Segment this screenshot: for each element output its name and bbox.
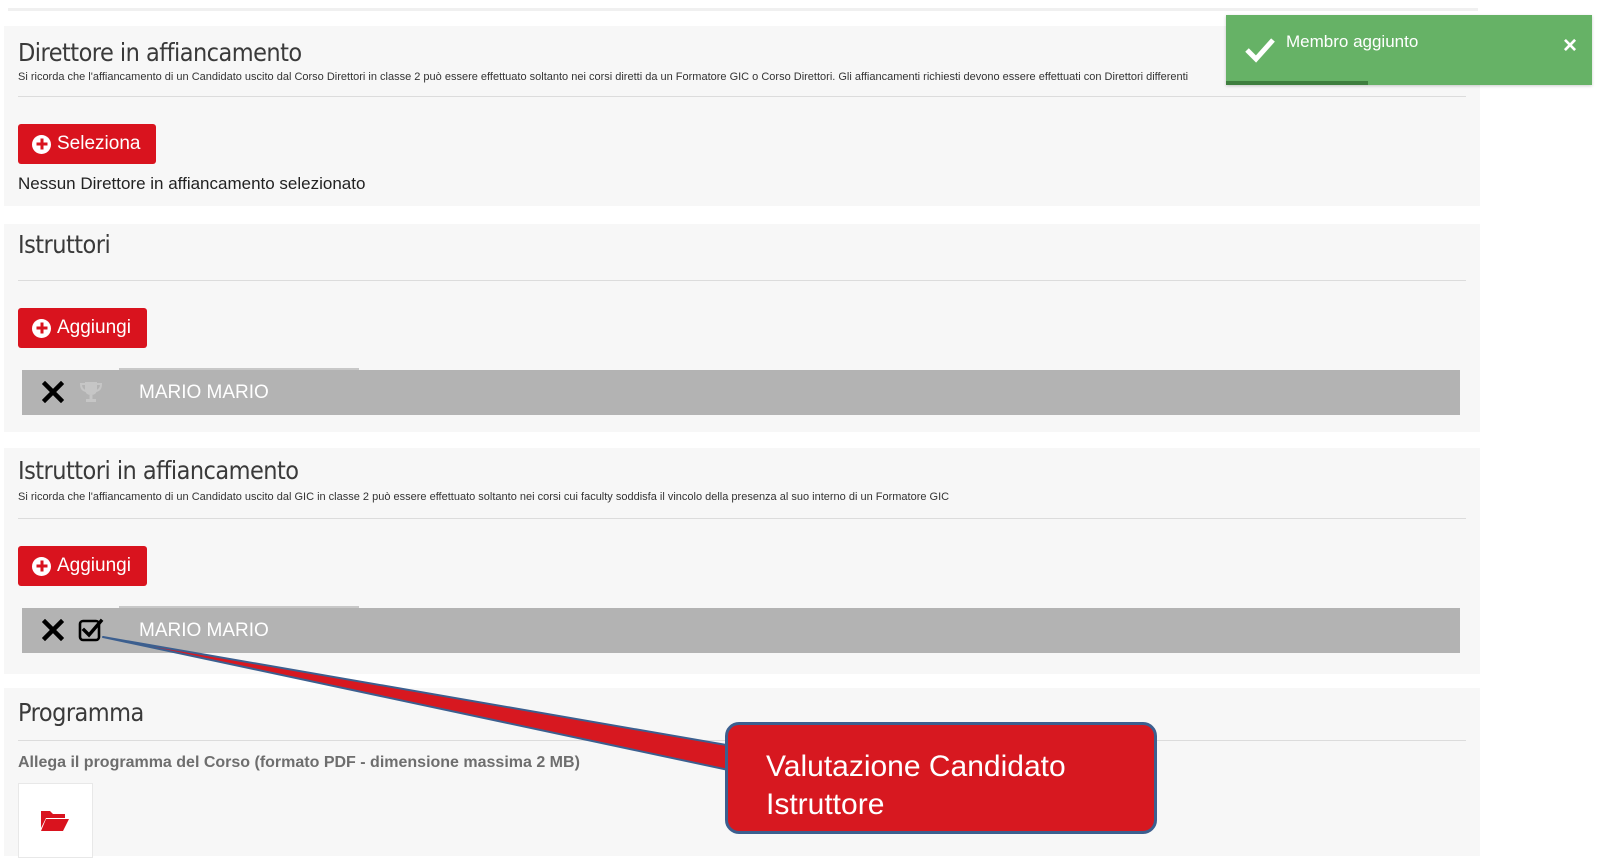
seleziona-button[interactable]: Seleziona (18, 124, 157, 164)
checkmark-icon (1245, 38, 1275, 63)
toast-notification: Membro aggiunto × (1226, 15, 1592, 85)
plus-circle-icon (32, 556, 51, 576)
istruttori-affiancamento-panel: Istruttori in affiancamento Si ricorda c… (4, 448, 1480, 674)
member-row: MARIO MARIO (22, 606, 1460, 653)
callout-annotation: Valutazione Candidato Istruttore (725, 722, 1157, 834)
top-divider (8, 8, 1478, 11)
direttore-note: Si ricorda che l'affiancamento di un Can… (18, 71, 1189, 83)
trophy-icon[interactable] (78, 379, 104, 405)
aggiungi-istruttore-affiancamento-button[interactable]: Aggiungi (18, 546, 147, 586)
istruttori-affiancamento-note: Si ricorda che l'affiancamento di un Can… (18, 491, 950, 503)
istruttori-panel: Istruttori Aggiungi MARIO MARIO (4, 224, 1480, 432)
divider (18, 280, 1466, 281)
istruttori-title: Istruttori (18, 230, 111, 259)
direttore-empty-text: Nessun Direttore in affiancamento selezi… (18, 174, 366, 193)
programma-title: Programma (18, 698, 144, 727)
callout-line-1: Valutazione Candidato (766, 750, 1066, 783)
member-name: MARIO MARIO (139, 620, 269, 641)
toast-progress-bar (1226, 81, 1368, 85)
toast-message: Membro aggiunto (1286, 32, 1419, 51)
remove-x-icon[interactable] (42, 619, 64, 641)
divider (18, 96, 1466, 97)
callout-line-2: Istruttore (766, 788, 885, 821)
remove-x-icon[interactable] (42, 381, 64, 403)
plus-circle-icon (32, 134, 51, 154)
divider (18, 518, 1466, 519)
seleziona-button-label: Seleziona (57, 133, 141, 154)
aggiungi-istruttore-button[interactable]: Aggiungi (18, 308, 147, 348)
checkbox-checked-icon[interactable] (78, 617, 104, 643)
attach-label: Allega il programma del Corso (formato P… (18, 754, 580, 771)
toast-close-button[interactable]: × (1563, 34, 1577, 58)
attach-file-button[interactable] (18, 783, 93, 858)
folder-open-icon (41, 811, 69, 831)
plus-circle-icon (32, 318, 51, 338)
aggiungi-button-label: Aggiungi (57, 317, 131, 338)
member-row: MARIO MARIO (22, 368, 1460, 415)
aggiungi-button-label: Aggiungi (57, 555, 131, 576)
member-name: MARIO MARIO (139, 382, 269, 403)
istruttori-affiancamento-title: Istruttori in affiancamento (18, 456, 299, 485)
direttore-title: Direttore in affiancamento (18, 38, 302, 67)
